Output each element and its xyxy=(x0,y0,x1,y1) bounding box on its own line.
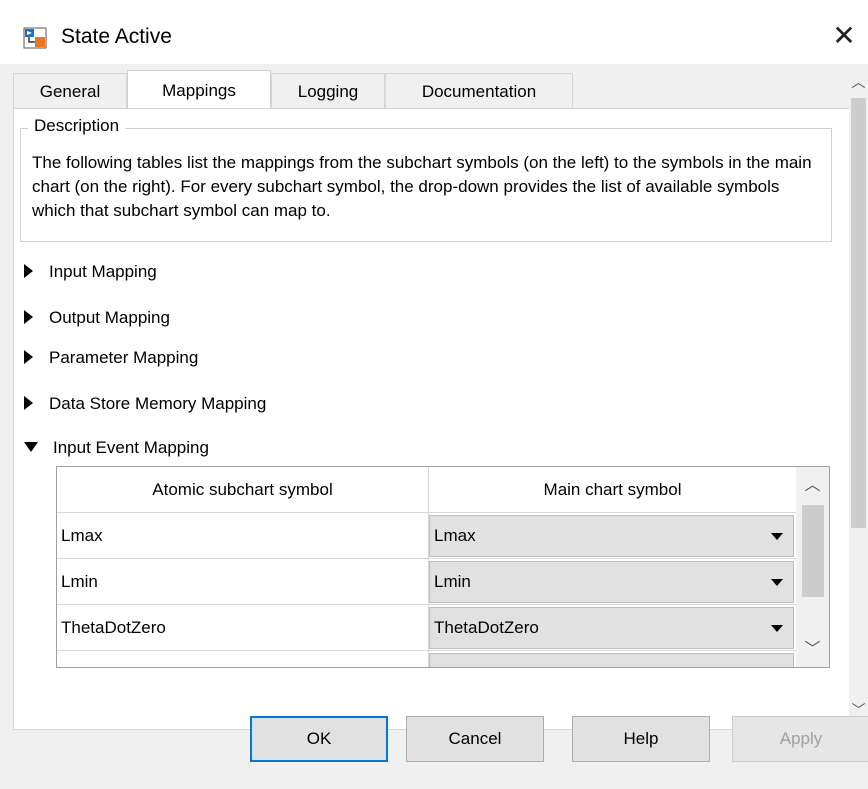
cancel-button[interactable]: Cancel xyxy=(406,716,544,762)
column-header-main-chart-symbol: Main chart symbol xyxy=(429,467,796,513)
tab-label: General xyxy=(39,82,101,101)
section-label: Input Mapping xyxy=(49,262,157,281)
dropdown-arrow-icon xyxy=(771,625,783,632)
collapse-arrow-icon xyxy=(24,442,38,452)
section-label: Parameter Mapping xyxy=(49,348,199,367)
close-icon[interactable]: ✕ xyxy=(830,22,858,50)
section-parameter-mapping[interactable]: Parameter Mapping xyxy=(24,346,198,370)
dropdown-value: ThetaDotZero xyxy=(434,618,539,637)
section-data-store-memory-mapping[interactable]: Data Store Memory Mapping xyxy=(24,392,266,416)
main-chart-symbol-dropdown[interactable]: Lmin xyxy=(429,561,794,603)
tab-mappings[interactable]: Mappings xyxy=(127,70,271,110)
tab-documentation[interactable]: Documentation xyxy=(385,73,573,108)
tab-label: Logging xyxy=(297,82,359,101)
scrollbar-thumb[interactable] xyxy=(851,98,866,528)
expand-arrow-icon xyxy=(24,350,33,364)
tab-logging[interactable]: Logging xyxy=(271,73,385,108)
section-label: Output Mapping xyxy=(49,308,170,327)
table-row: ThetaDotZero ThetaDotZero xyxy=(57,605,796,651)
tab-label: Mappings xyxy=(162,81,236,100)
description-legend: Description xyxy=(28,116,126,136)
section-input-mapping[interactable]: Input Mapping xyxy=(24,260,157,284)
main-chart-symbol-dropdown[interactable]: Lmax xyxy=(429,515,794,557)
scroll-up-icon[interactable]: ︿ xyxy=(849,72,868,92)
tab-general[interactable]: General xyxy=(13,73,127,108)
table-row: Lmin Lmin xyxy=(57,559,796,605)
section-input-event-mapping[interactable]: Input Event Mapping xyxy=(24,436,209,460)
expand-arrow-icon xyxy=(24,264,33,278)
expand-arrow-icon xyxy=(24,396,33,410)
subchart-symbol-cell: Lmax xyxy=(57,513,429,559)
ok-button[interactable]: OK xyxy=(250,716,388,762)
scrollbar-thumb[interactable] xyxy=(802,505,824,597)
tab-label: Documentation xyxy=(421,82,537,101)
table-row: Lmax Lmax xyxy=(57,513,796,559)
main-chart-symbol-dropdown[interactable] xyxy=(429,653,794,667)
section-label: Data Store Memory Mapping xyxy=(49,394,267,413)
section-label: Input Event Mapping xyxy=(53,438,209,457)
subchart-symbol-cell: ThetaDotZero xyxy=(57,605,429,651)
column-header-subchart-symbol: Atomic subchart symbol xyxy=(57,467,429,513)
dropdown-value: Lmax xyxy=(434,526,476,545)
input-event-mapping-table: Atomic subchart symbol Main chart symbol… xyxy=(56,466,830,668)
dropdown-value: Lmin xyxy=(434,572,471,591)
dropdown-arrow-icon xyxy=(771,579,783,586)
help-button[interactable]: Help xyxy=(572,716,710,762)
stateflow-app-icon xyxy=(23,26,47,50)
table-row-partial xyxy=(57,651,796,667)
subchart-symbol-cell xyxy=(57,651,429,667)
expand-arrow-icon xyxy=(24,310,33,324)
table-scrollbar[interactable]: ︿ ﹀ xyxy=(796,467,829,667)
description-text: The following tables list the mappings f… xyxy=(32,153,812,220)
title-bar: State Active ✕ xyxy=(0,0,868,64)
window-title: State Active xyxy=(61,25,172,48)
main-chart-symbol-dropdown[interactable]: ThetaDotZero xyxy=(429,607,794,649)
dialog-scrollbar[interactable]: ︿ ﹀ xyxy=(849,64,868,730)
scroll-up-icon[interactable]: ︿ xyxy=(796,471,829,501)
subchart-symbol-cell: Lmin xyxy=(57,559,429,605)
section-output-mapping[interactable]: Output Mapping xyxy=(24,306,170,330)
dropdown-arrow-icon xyxy=(771,533,783,540)
scroll-down-icon[interactable]: ﹀ xyxy=(796,635,829,665)
apply-button[interactable]: Apply xyxy=(732,716,868,762)
